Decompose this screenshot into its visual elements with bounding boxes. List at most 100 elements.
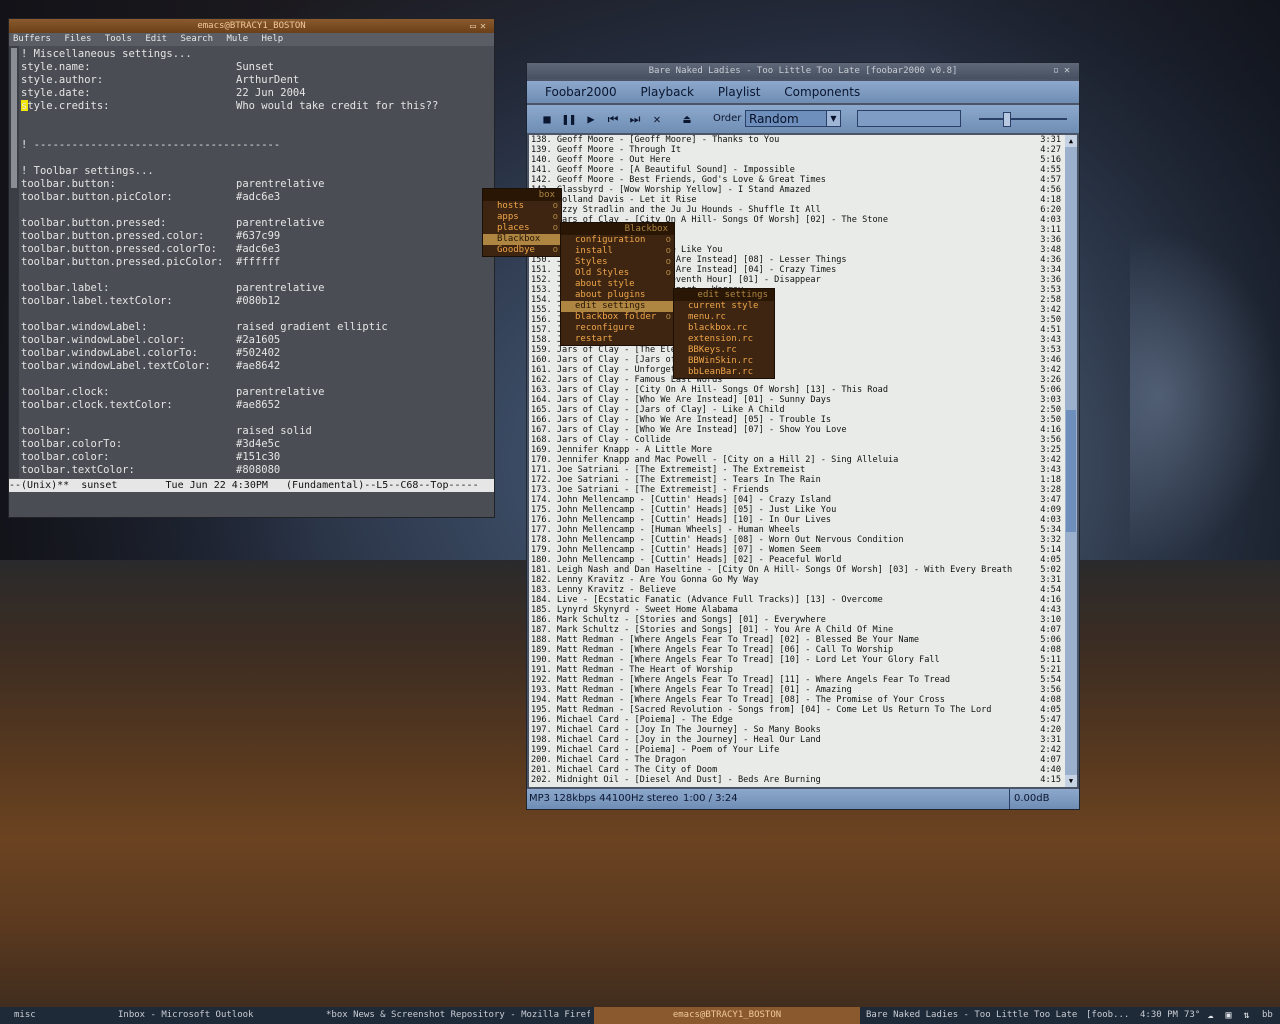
menu-item[interactable]: BBKeys.rc: [674, 345, 774, 356]
menu-item[interactable]: places o: [483, 223, 561, 234]
task-emacs[interactable]: emacs@BTRACY1_BOSTON: [594, 1007, 860, 1024]
menu-item[interactable]: Styles o: [561, 257, 674, 268]
playlist-row[interactable]: 191. Matt Redman - The Heart of Worship 5…: [529, 665, 1065, 675]
playlist-row[interactable]: 172. Joe Satriani - [The Extremeist] - T…: [529, 475, 1065, 485]
playlist-row[interactable]: 163. Jars of Clay - [City On A Hill- Son…: [529, 385, 1065, 395]
seek-bar[interactable]: [857, 110, 961, 127]
buffer-line[interactable]: toolbar.button.pressed.colorTo: #adc6e3: [21, 243, 494, 256]
playlist-row[interactable]: 159. Jars of Clay - [The Eleventh Hour] 3…: [529, 345, 1065, 355]
menu-item[interactable]: Old Styles o: [561, 268, 674, 279]
buffer-line[interactable]: [21, 152, 494, 165]
playlist-row[interactable]: 197. Michael Card - [Joy In The Journey]…: [529, 725, 1065, 735]
menu-item[interactable]: Goodbye o: [483, 245, 561, 256]
playlist-row[interactable]: 167. Jars of Clay - [Who We Are Instead]…: [529, 425, 1065, 435]
playlist-row[interactable]: 160. Jars of Clay - [Jars of Clay] 3:46: [529, 355, 1065, 365]
menu-foobar2000[interactable]: Foobar2000: [545, 85, 617, 99]
menu-search[interactable]: Search: [181, 34, 214, 44]
buffer-line[interactable]: style.date: 22 Jun 2004: [21, 87, 494, 100]
playlist-row[interactable]: 180. John Mellencamp - [Cuttin' Heads] […: [529, 555, 1065, 565]
buffer-line[interactable]: style.credits: Who would take credit for …: [21, 100, 494, 113]
playlist-row[interactable]: 179. John Mellencamp - [Cuttin' Heads] […: [529, 545, 1065, 555]
task-foobar-2[interactable]: [foob...: [1086, 1007, 1136, 1024]
menu-item[interactable]: current style: [674, 301, 774, 312]
volume-knob[interactable]: [1003, 112, 1011, 127]
playlist-row[interactable]: 164. Jars of Clay - [Who We Are Instead]…: [529, 395, 1065, 405]
menu-item[interactable]: reconfigure: [561, 323, 674, 334]
next-icon[interactable]: ⏭: [627, 111, 643, 127]
buffer-line[interactable]: toolbar.clock: parentrelative: [21, 386, 494, 399]
menu-item[interactable]: about style: [561, 279, 674, 290]
playlist-row[interactable]: 196. Michael Card - [Poiema] - The Edge 5…: [529, 715, 1065, 725]
buffer-line[interactable]: toolbar.button.pressed.color: #637c99: [21, 230, 494, 243]
scroll-down-icon[interactable]: ▼: [1065, 775, 1077, 787]
playlist-row[interactable]: 178. John Mellencamp - [Cuttin' Heads] […: [529, 535, 1065, 545]
playlist-row[interactable]: 186. Mark Schultz - [Stories and Songs] …: [529, 615, 1065, 625]
buffer-line[interactable]: toolbar.button.pressed.picColor: #ffffff: [21, 256, 494, 269]
buffer-line[interactable]: toolbar.button: parentrelative: [21, 178, 494, 191]
playlist-row[interactable]: 201. Michael Card - The City of Doom 4:40: [529, 765, 1065, 775]
menu-edit[interactable]: Edit: [145, 34, 167, 44]
buffer-line[interactable]: [21, 308, 494, 321]
buffer-line[interactable]: toolbar.windowLabel.textColor: #ae8642: [21, 360, 494, 373]
maximize-icon[interactable]: ▫: [1053, 65, 1064, 76]
playlist-row[interactable]: 145. Izzy Stradlin and the Ju Ju Hounds …: [529, 205, 1065, 215]
playlist-row[interactable]: 184. Live - [Ecstatic Fanatic (Advance F…: [529, 595, 1065, 605]
playlist-row[interactable]: 193. Matt Redman - [Where Angels Fear To…: [529, 685, 1065, 695]
playlist-row[interactable]: 183. Lenny Kravitz - Believe 4:54: [529, 585, 1065, 595]
random-icon[interactable]: ✕: [649, 111, 665, 127]
order-select[interactable]: Random ▼: [745, 110, 841, 127]
buffer-line[interactable]: toolbar.button.pressed: parentrelative: [21, 217, 494, 230]
playlist-row[interactable]: 176. John Mellencamp - [Cuttin' Heads] […: [529, 515, 1065, 525]
playlist-row[interactable]: 141. Geoff Moore - [A Beautiful Sound] -…: [529, 165, 1065, 175]
playlist-row[interactable]: 139. Geoff Moore - Through It 4:27: [529, 145, 1065, 155]
playlist-row[interactable]: 192. Matt Redman - [Where Angels Fear To…: [529, 675, 1065, 685]
playlist-row[interactable]: 198. Michael Card - [Joy in the Journey]…: [529, 735, 1065, 745]
menu-item[interactable]: extension.rc: [674, 334, 774, 345]
buffer-line[interactable]: [21, 412, 494, 425]
menu-playback[interactable]: Playback: [640, 85, 694, 99]
menu-mule[interactable]: Mule: [226, 34, 248, 44]
weather-icon[interactable]: ☁: [1204, 1009, 1217, 1022]
menu-item[interactable]: blackbox.rc: [674, 323, 774, 334]
playlist-row[interactable]: 168. Jars of Clay - Collide 3:56: [529, 435, 1065, 445]
playlist-row[interactable]: 171. Joe Satriani - [The Extremeist] - T…: [529, 465, 1065, 475]
previous-icon[interactable]: ⏮: [605, 111, 621, 127]
playlist-row[interactable]: 144. Holland Davis - Let it Rise 4:18: [529, 195, 1065, 205]
playlist-row[interactable]: 199. Michael Card - [Poiema] - Poem of Y…: [529, 745, 1065, 755]
playlist-row[interactable]: 170. Jennifer Knapp and Mac Powell - [Ci…: [529, 455, 1065, 465]
scroll-up-icon[interactable]: ▲: [1065, 135, 1077, 147]
volume-slider[interactable]: [979, 112, 1067, 127]
menu-components[interactable]: Components: [784, 85, 860, 99]
buffer-line[interactable]: style.name: Sunset: [21, 61, 494, 74]
playlist-row[interactable]: 162. Jars of Clay - Famous Last Words 3:2…: [529, 375, 1065, 385]
buffer-line[interactable]: toolbar.color: #151c30: [21, 451, 494, 464]
stop-icon[interactable]: ■: [539, 111, 555, 127]
chevron-down-icon[interactable]: ▼: [826, 111, 840, 126]
playlist-row[interactable]: 169. Jennifer Knapp - A Little More 3:25: [529, 445, 1065, 455]
menu-item[interactable]: menu.rc: [674, 312, 774, 323]
menu-item[interactable]: edit settings o: [561, 301, 674, 312]
foobar-titlebar[interactable]: Bare Naked Ladies - Too Little Too Late …: [527, 63, 1079, 79]
buffer-line[interactable]: [21, 373, 494, 386]
buffer-line[interactable]: toolbar.label.textColor: #080b12: [21, 295, 494, 308]
buffer-line[interactable]: toolbar.button.picColor: #adc6e3: [21, 191, 494, 204]
buffer-line[interactable]: toolbar: raised solid: [21, 425, 494, 438]
playlist-scrollbar[interactable]: ▲ ▼: [1065, 135, 1077, 787]
eject-icon[interactable]: ⏏: [679, 111, 695, 127]
playlist-row[interactable]: 161. Jars of Clay - Unforgetful You 3:42: [529, 365, 1065, 375]
task-misc[interactable]: misc: [14, 1007, 74, 1024]
playlist-row[interactable]: 142. Geoff Moore - Best Friends, God's L…: [529, 175, 1065, 185]
playlist-row[interactable]: 138. Geoff Moore - [Geoff Moore] - Thank…: [529, 135, 1065, 145]
buffer-text[interactable]: ! Miscellaneous settings... style.name: Su…: [21, 48, 494, 477]
scrollbar-thumb[interactable]: [1066, 410, 1076, 532]
emacs-window[interactable]: emacs@BTRACY1_BOSTON ▭✕ Buffers Files To…: [8, 18, 495, 518]
buffer-line[interactable]: [21, 269, 494, 282]
menu-item[interactable]: bbLeanBar.rc: [674, 367, 774, 378]
buffer-line[interactable]: toolbar.windowLabel.color: #2a1605: [21, 334, 494, 347]
emacs-titlebar[interactable]: emacs@BTRACY1_BOSTON ▭✕: [9, 19, 494, 33]
playlist-row[interactable]: 194. Matt Redman - [Where Angels Fear To…: [529, 695, 1065, 705]
menu-item[interactable]: Blackbox o: [483, 234, 561, 245]
menu-playlist[interactable]: Playlist: [718, 85, 761, 99]
menu-item[interactable]: hosts o: [483, 201, 561, 212]
playlist-row[interactable]: 195. Matt Redman - [Sacred Revolution - …: [529, 705, 1065, 715]
